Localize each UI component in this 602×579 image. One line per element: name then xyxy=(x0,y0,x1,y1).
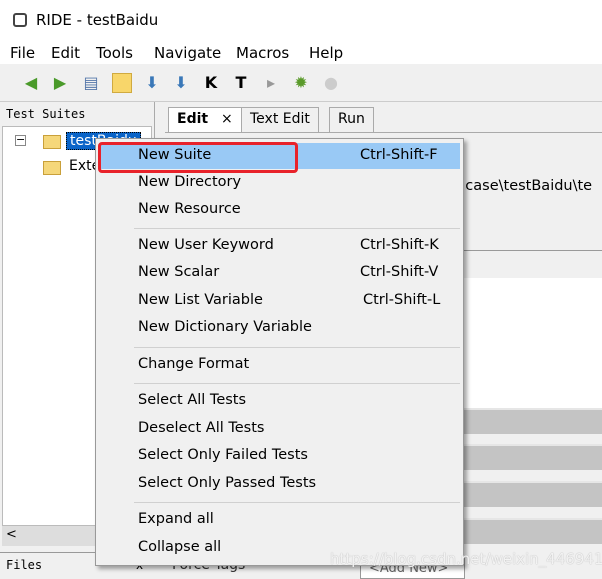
menu-help[interactable]: Help xyxy=(309,44,343,62)
resource-folder-icon xyxy=(43,161,61,175)
search-test-icon[interactable]: T xyxy=(231,73,251,93)
save-all-icon[interactable]: ⬇ xyxy=(171,73,191,93)
files-header: Files xyxy=(6,558,43,572)
toolbar: ◀ ▶ ▤ ⬇ ⬇ K T ▸ ✹ ● xyxy=(0,64,602,102)
watermark: https://blog.csdn.net/weixin_44694155 xyxy=(330,550,602,568)
menu-item-select-all-tests[interactable]: Select All Tests xyxy=(100,388,460,414)
app-icon xyxy=(13,13,27,27)
suite-folder-icon xyxy=(43,135,61,149)
run-icon[interactable]: ▸ xyxy=(261,73,281,93)
open-directory-icon[interactable] xyxy=(112,73,132,93)
menu-item-deselect-all-tests[interactable]: Deselect All Tests xyxy=(100,416,460,442)
menu-item-expand-all[interactable]: Expand all xyxy=(100,507,460,533)
menu-item-new-scalar[interactable]: New Scalar Ctrl-Shift-V xyxy=(100,260,460,286)
debug-bug-icon[interactable]: ✹ xyxy=(291,73,311,93)
tab-run[interactable]: Run xyxy=(329,107,374,133)
close-tab-icon[interactable]: × xyxy=(221,111,233,127)
menu-item-new-dictionary-variable[interactable]: New Dictionary Variable xyxy=(100,315,460,341)
pane-header: Test Suites xyxy=(6,107,86,121)
tab-edit-label: Edit xyxy=(177,111,209,127)
context-menu: New Suite Ctrl-Shift-F New Directory New … xyxy=(95,138,464,566)
menu-item-new-list-variable[interactable]: New List Variable Ctrl-Shift-L xyxy=(100,288,460,314)
menu-separator xyxy=(134,228,460,229)
stop-icon[interactable]: ● xyxy=(321,73,341,93)
menu-edit[interactable]: Edit xyxy=(51,44,80,62)
menu-item-new-directory[interactable]: New Directory xyxy=(100,170,460,196)
menu-item-new-user-keyword[interactable]: New User Keyword Ctrl-Shift-K xyxy=(100,233,460,259)
save-icon[interactable]: ⬇ xyxy=(142,73,162,93)
menu-separator xyxy=(134,383,460,384)
menu-bar: File Edit Tools Navigate Macros Help xyxy=(0,40,602,64)
source-path: t case\testBaidu\te xyxy=(455,178,593,194)
window-title: RIDE - testBaidu xyxy=(36,11,159,29)
forward-icon[interactable]: ▶ xyxy=(50,73,70,93)
search-keyword-icon[interactable]: K xyxy=(201,73,221,93)
tab-text-edit[interactable]: Text Edit xyxy=(241,107,319,133)
menu-macros[interactable]: Macros xyxy=(236,44,289,62)
menu-navigate[interactable]: Navigate xyxy=(154,44,221,62)
menu-file[interactable]: File xyxy=(10,44,35,62)
menu-item-select-passed-tests[interactable]: Select Only Passed Tests xyxy=(100,471,460,497)
menu-item-select-failed-tests[interactable]: Select Only Failed Tests xyxy=(100,443,460,469)
menu-separator xyxy=(134,347,460,348)
back-icon[interactable]: ◀ xyxy=(21,73,41,93)
collapse-icon[interactable]: − xyxy=(15,134,26,146)
tab-edit[interactable]: Edit × xyxy=(168,107,242,133)
scroll-left-icon[interactable]: < xyxy=(6,527,17,542)
menu-tools[interactable]: Tools xyxy=(96,44,133,62)
menu-item-new-resource[interactable]: New Resource xyxy=(100,197,460,223)
open-icon[interactable]: ▤ xyxy=(81,73,101,93)
title-bar: RIDE - testBaidu xyxy=(0,0,602,40)
menu-item-change-format[interactable]: Change Format xyxy=(100,352,460,378)
annotation-highlight-box xyxy=(98,142,298,173)
menu-separator xyxy=(134,502,460,503)
